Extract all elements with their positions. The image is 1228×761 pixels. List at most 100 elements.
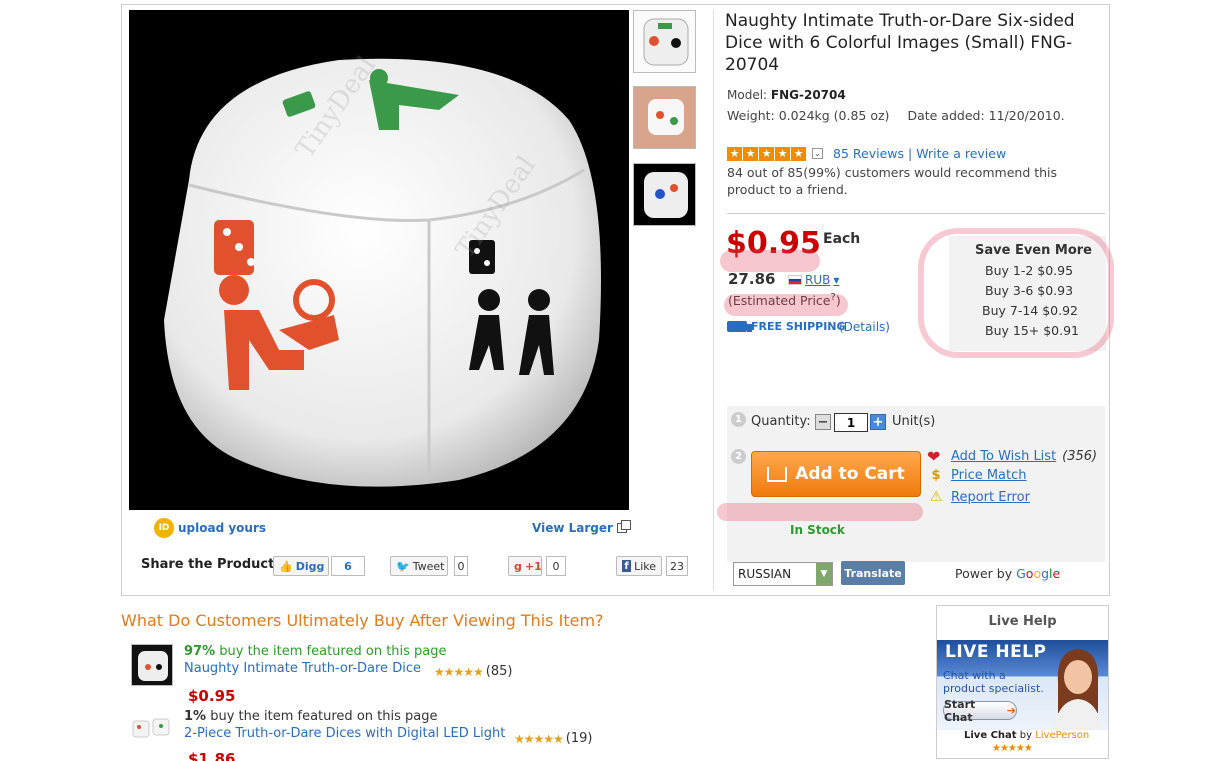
enlarge-icon bbox=[616, 520, 631, 533]
share-label: Share the Product bbox=[141, 557, 275, 572]
add-to-cart-button[interactable]: Add to Cart bbox=[751, 451, 921, 497]
add-to-wish-list-link[interactable]: Add To Wish List bbox=[951, 449, 1056, 464]
support-agent-avatar bbox=[1054, 649, 1102, 729]
live-help-banner-title: LIVE HELP bbox=[945, 642, 1047, 662]
view-larger-link[interactable]: View Larger bbox=[532, 520, 631, 535]
rec-item-1-link[interactable]: Naughty Intimate Truth-or-Dare Dice bbox=[184, 661, 421, 676]
rec-text: buy the item featured on this page bbox=[206, 709, 438, 724]
product-main-image[interactable]: TinyDeal TinyDeal bbox=[129, 10, 629, 510]
view-larger-label: View Larger bbox=[532, 521, 613, 535]
currency-selector[interactable]: RUB ▾ bbox=[788, 273, 839, 287]
product-weight: Weight: 0.024kg (0.85 oz) Date added: 11/… bbox=[727, 108, 1065, 123]
live-help-sub1: Chat with a bbox=[943, 669, 1006, 682]
digg-label: Digg bbox=[295, 559, 325, 573]
digg-button[interactable]: 👍 Digg bbox=[273, 556, 329, 576]
live-help-subtitle: Chat with a product specialist. bbox=[943, 669, 1044, 695]
thumbnail-3[interactable] bbox=[633, 163, 696, 226]
start-chat-button[interactable]: Start Chat ➔ bbox=[943, 698, 1017, 724]
rec-item-1-thumbnail[interactable] bbox=[131, 644, 173, 686]
powered-by-label: Power by bbox=[955, 566, 1013, 581]
gplus-count: 0 bbox=[546, 556, 566, 576]
quantity-increase-button[interactable]: + bbox=[870, 414, 886, 430]
tweet-label: Tweet bbox=[412, 559, 445, 573]
free-shipping-label: FREE SHIPPING bbox=[751, 320, 846, 333]
rec-item-1-stat: 97% buy the item featured on this page bbox=[184, 644, 447, 659]
dice-illustration: TinyDeal TinyDeal bbox=[164, 51, 601, 487]
price-match-link[interactable]: Price Match bbox=[951, 468, 1027, 483]
rec-item-2-link[interactable]: 2-Piece Truth-or-Dare Dices with Digital… bbox=[184, 726, 505, 741]
gplus-label: +1 bbox=[524, 559, 542, 573]
fb-like-count: 23 bbox=[666, 556, 688, 576]
translate-button[interactable]: Translate bbox=[841, 561, 905, 585]
model-value: FNG-20704 bbox=[770, 88, 846, 102]
free-shipping-badge: FREE SHIPPING bbox=[727, 320, 846, 333]
arrow-right-icon: ➔ bbox=[1006, 704, 1016, 717]
quantity-decrease-button[interactable]: − bbox=[815, 414, 831, 430]
chevron-down-icon[interactable]: ⌄ bbox=[812, 148, 823, 159]
digg-count: 6 bbox=[331, 556, 365, 576]
date-added: Date added: 11/20/2010. bbox=[907, 108, 1065, 123]
currency-chevron-icon: ▾ bbox=[833, 273, 840, 287]
facebook-icon: f bbox=[622, 560, 632, 572]
recommend-text: 84 out of 85(99%) customers would recomm… bbox=[727, 165, 1058, 197]
highlight-mark bbox=[717, 503, 923, 521]
wish-list-count: (356) bbox=[1062, 449, 1098, 464]
live-chat-by: by bbox=[1016, 730, 1036, 741]
reviews-link[interactable]: 85 Reviews bbox=[833, 146, 904, 161]
russia-flag-icon bbox=[788, 275, 802, 285]
rating-row: ★ ★ ★ ★ ★ ⌄ 85 Reviews | Write a review bbox=[727, 146, 1006, 161]
start-chat-label: Start Chat bbox=[944, 697, 976, 724]
liveperson-logo: LivePerson bbox=[1035, 730, 1090, 741]
rec-item-2-thumbnail[interactable] bbox=[131, 713, 173, 743]
upload-label: upload yours bbox=[178, 521, 267, 535]
report-error-link[interactable]: Report Error bbox=[951, 490, 1030, 505]
unit-label: Unit(s) bbox=[892, 414, 936, 429]
add-to-cart-label: Add to Cart bbox=[795, 464, 905, 484]
quantity-label: Quantity: bbox=[751, 414, 811, 429]
rec-pct: 97% bbox=[184, 644, 216, 659]
stars-icon: ★★★★★ bbox=[514, 731, 564, 746]
price-unit: Each bbox=[823, 231, 861, 247]
step-2-badge: 2 bbox=[731, 449, 746, 464]
twitter-bird-icon: 🐦 bbox=[396, 559, 410, 573]
shipping-details-link[interactable]: (Details) bbox=[839, 320, 890, 334]
report-error-row: ⚠ Report Error bbox=[927, 489, 1030, 505]
currency-code: RUB bbox=[805, 273, 831, 287]
converted-price: 27.86 bbox=[728, 270, 776, 288]
weight-text: Weight: 0.024kg (0.85 oz) bbox=[727, 108, 890, 123]
shopping-cart-icon bbox=[767, 466, 788, 482]
tweet-button[interactable]: 🐦 Tweet bbox=[390, 556, 448, 576]
thumbnail-2[interactable] bbox=[633, 86, 696, 149]
live-help-sub2: product specialist. bbox=[943, 682, 1044, 695]
wish-list-row: ❤ Add To Wish List (356) bbox=[927, 447, 1097, 466]
language-select[interactable]: RUSSIAN ▼ bbox=[733, 562, 833, 586]
step-1-badge: 1 bbox=[731, 412, 746, 427]
fb-like-label: Like bbox=[634, 559, 656, 573]
thumbnail-1[interactable] bbox=[633, 10, 696, 73]
google-plus-button[interactable]: g +1 bbox=[508, 556, 542, 576]
rating-stars-icon: ★ ★ ★ ★ ★ bbox=[727, 146, 806, 161]
rec-item-2-rating: ★★★★★ (19) bbox=[514, 731, 592, 746]
live-chat-label: Live Chat bbox=[964, 730, 1017, 741]
rec-item-1-rating: ★★★★★ (85) bbox=[434, 664, 512, 679]
rec-pct: 1% bbox=[184, 709, 207, 724]
language-value: RUSSIAN bbox=[738, 567, 792, 581]
dollar-icon: $ bbox=[931, 468, 941, 483]
stars-icon: ★★★★★ bbox=[434, 664, 484, 679]
column-divider bbox=[713, 10, 714, 590]
rec-item-1-price: $0.95 bbox=[188, 687, 236, 705]
rec-review-count: (19) bbox=[565, 731, 593, 746]
id-badge-icon: ID bbox=[154, 518, 174, 538]
product-title: Naughty Intimate Truth-or-Dare Six-sided… bbox=[725, 11, 1075, 75]
stock-status: In Stock bbox=[790, 523, 845, 537]
model-label: Model: bbox=[727, 88, 768, 102]
upload-yours-link[interactable]: ID upload yours bbox=[154, 518, 266, 538]
highlight-circle bbox=[918, 228, 1114, 358]
facebook-like-button[interactable]: f Like bbox=[616, 556, 662, 576]
price-match-row: $ Price Match bbox=[927, 468, 1027, 483]
quantity-input[interactable] bbox=[834, 413, 868, 432]
highlight-mark bbox=[724, 294, 848, 316]
truck-icon bbox=[727, 321, 752, 332]
write-review-link[interactable]: Write a review bbox=[916, 146, 1006, 161]
warning-icon: ⚠ bbox=[929, 489, 943, 505]
